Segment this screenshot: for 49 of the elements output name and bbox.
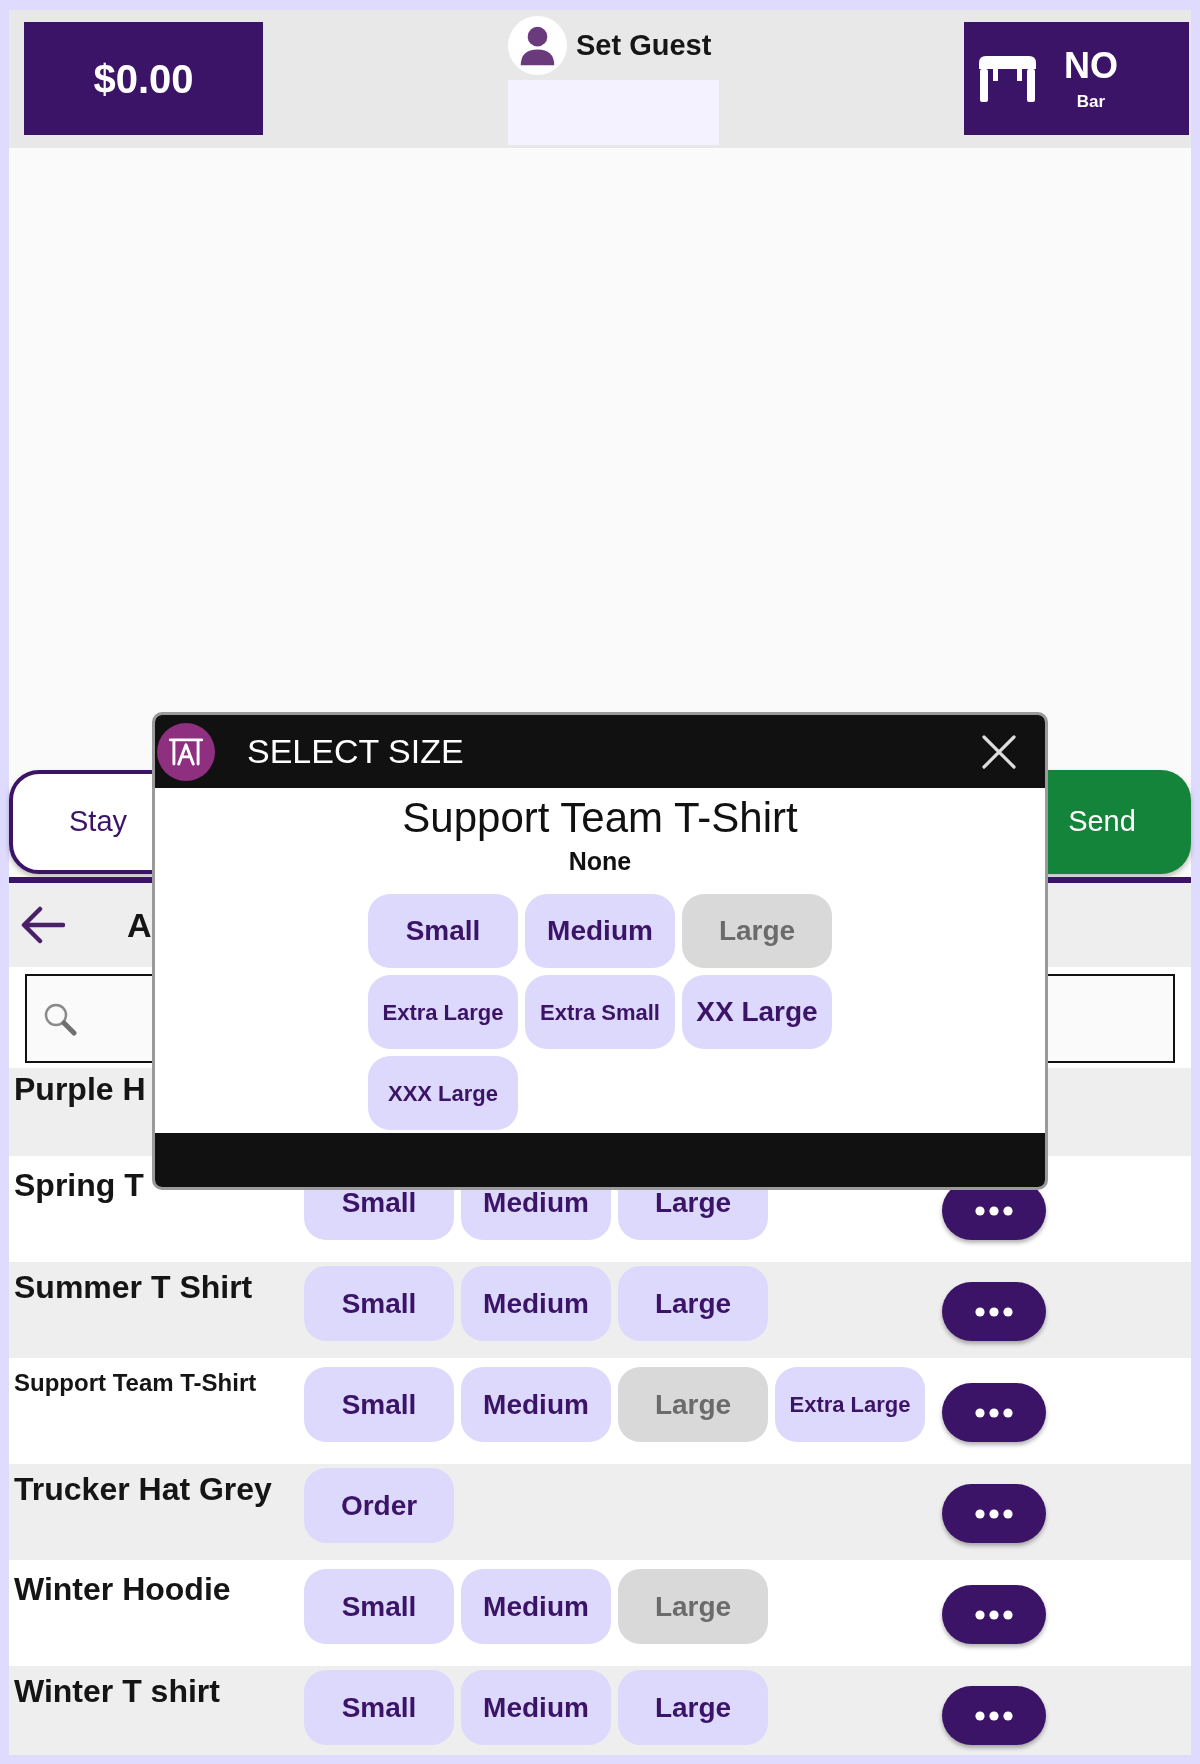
table-icon	[977, 54, 1038, 103]
item-name: Summer T Shirt	[14, 1269, 253, 1306]
more-button[interactable]	[942, 1484, 1046, 1543]
option-button[interactable]: Order	[304, 1468, 454, 1543]
ellipsis-icon	[975, 1407, 1013, 1418]
option-button[interactable]: Small	[304, 1569, 454, 1644]
ellipsis-icon	[975, 1609, 1013, 1620]
table-button[interactable]: NO Bar	[964, 22, 1189, 135]
dialog-title: SELECT SIZE	[247, 731, 464, 772]
item-name: Purple H	[14, 1071, 146, 1108]
option-button[interactable]: XXX Large	[368, 1056, 518, 1130]
item-name: Winter T shirt	[14, 1673, 220, 1710]
option-button[interactable]: Small	[304, 1670, 454, 1745]
back-arrow-icon[interactable]	[20, 904, 65, 946]
option-button[interactable]: Large	[618, 1670, 768, 1745]
search-icon	[43, 1001, 77, 1036]
item-name: Winter Hoodie	[14, 1571, 231, 1608]
close-icon[interactable]	[981, 733, 1017, 770]
more-button[interactable]	[942, 1585, 1046, 1644]
option-button[interactable]: Extra Large	[368, 975, 518, 1049]
product-name: Support Team T-Shirt	[402, 794, 798, 842]
item-name: Spring T	[14, 1167, 144, 1204]
option-button[interactable]: Medium	[461, 1266, 611, 1341]
option-button[interactable]: Large	[618, 1266, 768, 1341]
list-title: A	[127, 904, 152, 946]
more-button[interactable]	[942, 1383, 1046, 1442]
option-button[interactable]: Small	[304, 1266, 454, 1341]
option-button[interactable]: Medium	[461, 1670, 611, 1745]
option-button[interactable]: XX Large	[682, 975, 832, 1049]
option-button[interactable]: Small	[304, 1367, 454, 1442]
user-icon	[508, 16, 567, 75]
option-button[interactable]: Medium	[461, 1569, 611, 1644]
option-button[interactable]: Extra Large	[775, 1367, 925, 1442]
ellipsis-icon	[975, 1306, 1013, 1317]
more-button[interactable]	[942, 1686, 1046, 1745]
more-button[interactable]	[942, 1282, 1046, 1341]
ellipsis-icon	[975, 1205, 1013, 1216]
logo-icon	[157, 722, 215, 781]
ellipsis-icon	[975, 1710, 1013, 1721]
option-button[interactable]: Small	[368, 894, 518, 968]
selection-text: None	[568, 846, 632, 876]
option-button[interactable]: Medium	[461, 1367, 611, 1442]
ellipsis-icon	[975, 1508, 1013, 1519]
option-button[interactable]: Medium	[525, 894, 675, 968]
option-button[interactable]: Extra Small	[525, 975, 675, 1049]
set-guest-button[interactable]: Set Guest	[508, 16, 712, 75]
item-name: Support Team T-Shirt	[14, 1369, 257, 1397]
item-name: Trucker Hat Grey	[14, 1471, 272, 1508]
total-button[interactable]: $0.00	[24, 22, 263, 135]
